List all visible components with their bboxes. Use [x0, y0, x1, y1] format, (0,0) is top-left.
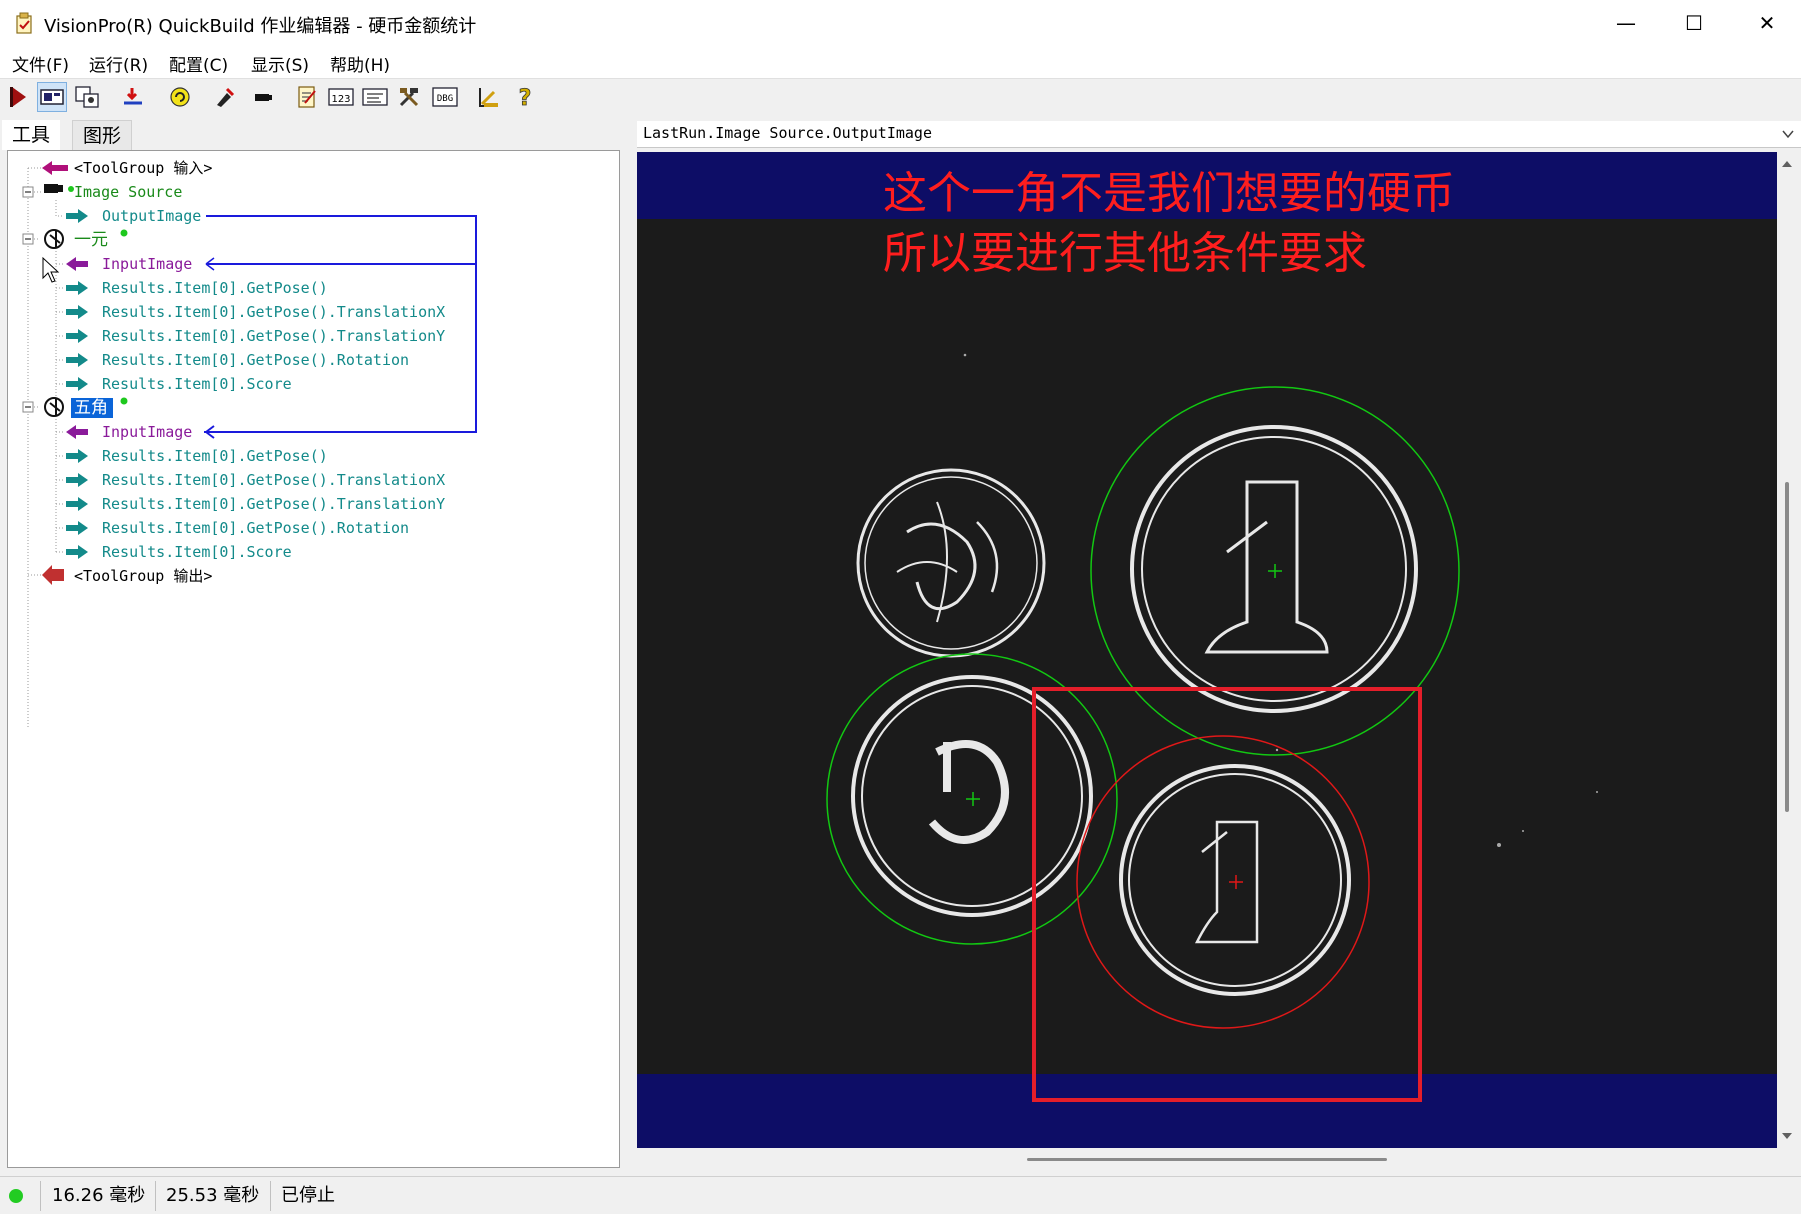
minimize-button[interactable]: —: [1592, 0, 1660, 46]
tree-tool1-input-image[interactable]: InputImage: [102, 254, 192, 274]
status-run-state: 已停止: [281, 1185, 335, 1206]
close-button[interactable]: ✕: [1733, 0, 1801, 46]
svg-text:?: ?: [519, 86, 532, 110]
image-source-label: LastRun.Image Source.OutputImage: [643, 124, 932, 142]
coin-one-yuan: [1130, 425, 1418, 713]
annotation-box: [1032, 687, 1422, 1102]
chevron-down-icon[interactable]: [1781, 127, 1795, 141]
status-indicator-icon: [9, 1189, 23, 1203]
app-icon: [16, 12, 32, 34]
reset-icon[interactable]: [118, 82, 148, 112]
horizontal-scrollbar[interactable]: [637, 1148, 1777, 1168]
measure-icon[interactable]: [474, 82, 504, 112]
tree-tool1-result-score[interactable]: Results.Item[0].Score: [102, 374, 292, 394]
annotation-line-2: 所以要进行其他条件要求: [883, 228, 1367, 279]
tree-tool2-result-tx[interactable]: Results.Item[0].GetPose().TranslationX: [102, 470, 445, 490]
svg-text:123: 123: [331, 94, 350, 105]
menu-file[interactable]: 文件(F): [12, 51, 69, 76]
status-last-run-time: 16.26 毫秒: [52, 1185, 146, 1206]
tree-tool2-result-pose[interactable]: Results.Item[0].GetPose(): [102, 446, 328, 466]
tree-tool1-result-pose[interactable]: Results.Item[0].GetPose(): [102, 278, 328, 298]
tree-tool2-result-rotation[interactable]: Results.Item[0].GetPose().Rotation: [102, 518, 409, 538]
status-separator: [40, 1181, 41, 1211]
dbg-icon[interactable]: DBG: [430, 82, 460, 112]
tree-tool1-result-rotation[interactable]: Results.Item[0].GetPose().Rotation: [102, 350, 409, 370]
run-continuous-icon[interactable]: [165, 82, 195, 112]
tab-graphics[interactable]: 图形: [72, 120, 133, 150]
title-bar: VisionPro(R) QuickBuild 作业编辑器 - 硬币金额统计 —…: [0, 0, 1801, 46]
coin-flower: [856, 468, 1046, 658]
coin-five-jiao: [851, 675, 1093, 917]
image-display[interactable]: 这个一角不是我们想要的硬币 所以要进行其他条件要求: [637, 152, 1777, 1148]
tool-tree-panel: <ToolGroup 输入> Image Source OutputImage …: [7, 150, 620, 1168]
terminal-icon[interactable]: [360, 82, 390, 112]
vertical-scrollbar[interactable]: [1777, 152, 1797, 1148]
edit-icon[interactable]: [210, 82, 240, 112]
tree-tool-wujiao[interactable]: 五角: [74, 398, 108, 418]
help-icon[interactable]: ?: [510, 82, 540, 112]
tree-tool2-input-image[interactable]: InputImage: [102, 422, 192, 442]
menu-run[interactable]: 运行(R): [89, 51, 148, 76]
menu-config[interactable]: 配置(C): [169, 51, 228, 76]
tool-properties-icon[interactable]: [72, 82, 102, 112]
image-display-icon[interactable]: [37, 82, 67, 112]
tab-tools[interactable]: 工具: [2, 120, 61, 150]
tree-tool2-result-ty[interactable]: Results.Item[0].GetPose().TranslationY: [102, 494, 445, 514]
status-separator: [270, 1181, 271, 1211]
status-total-time: 25.53 毫秒: [166, 1185, 260, 1206]
notepad-icon[interactable]: [292, 82, 322, 112]
tools-icon[interactable]: [394, 82, 424, 112]
tree-tool2-result-score[interactable]: Results.Item[0].Score: [102, 542, 292, 562]
tree-tool-yiyuan[interactable]: 一元: [74, 230, 108, 250]
status-bar: 16.26 毫秒 25.53 毫秒 已停止: [0, 1176, 1801, 1214]
annotation-line-1: 这个一角不是我们想要的硬币: [883, 168, 1455, 219]
run-once-icon[interactable]: [4, 82, 34, 112]
tree-output-image[interactable]: OutputImage: [102, 206, 201, 226]
menu-help[interactable]: 帮助(H): [330, 51, 390, 76]
left-panel-tabs: 工具 图形: [0, 120, 640, 150]
image-source-selector[interactable]: LastRun.Image Source.OutputImage: [637, 121, 1801, 148]
status-separator: [155, 1181, 156, 1211]
coin-one-jiao: [1119, 764, 1351, 996]
tree-image-source[interactable]: Image Source: [74, 182, 182, 202]
menu-bar: 文件(F) 运行(R) 配置(C) 显示(S) 帮助(H): [0, 46, 1801, 79]
menu-display[interactable]: 显示(S): [251, 51, 309, 76]
results-123-icon[interactable]: 123: [326, 82, 356, 112]
camera-icon[interactable]: [248, 82, 278, 112]
window-title: VisionPro(R) QuickBuild 作业编辑器 - 硬币金额统计: [44, 16, 477, 37]
toolbar: 123 DBG ?: [0, 79, 1801, 119]
maximize-button[interactable]: ☐: [1660, 0, 1728, 46]
tree-tool1-result-ty[interactable]: Results.Item[0].GetPose().TranslationY: [102, 326, 445, 346]
scrollbar-graphics: [1782, 161, 1792, 1139]
tree-tool1-result-tx[interactable]: Results.Item[0].GetPose().TranslationX: [102, 302, 445, 322]
hscroll-thumb: [1027, 1158, 1387, 1161]
tree-toolgroup-output[interactable]: <ToolGroup 输出>: [74, 566, 212, 586]
svg-text:DBG: DBG: [437, 94, 453, 104]
coin-graphics: [826, 353, 1598, 1102]
tree-toolgroup-input[interactable]: <ToolGroup 输入>: [74, 158, 212, 178]
